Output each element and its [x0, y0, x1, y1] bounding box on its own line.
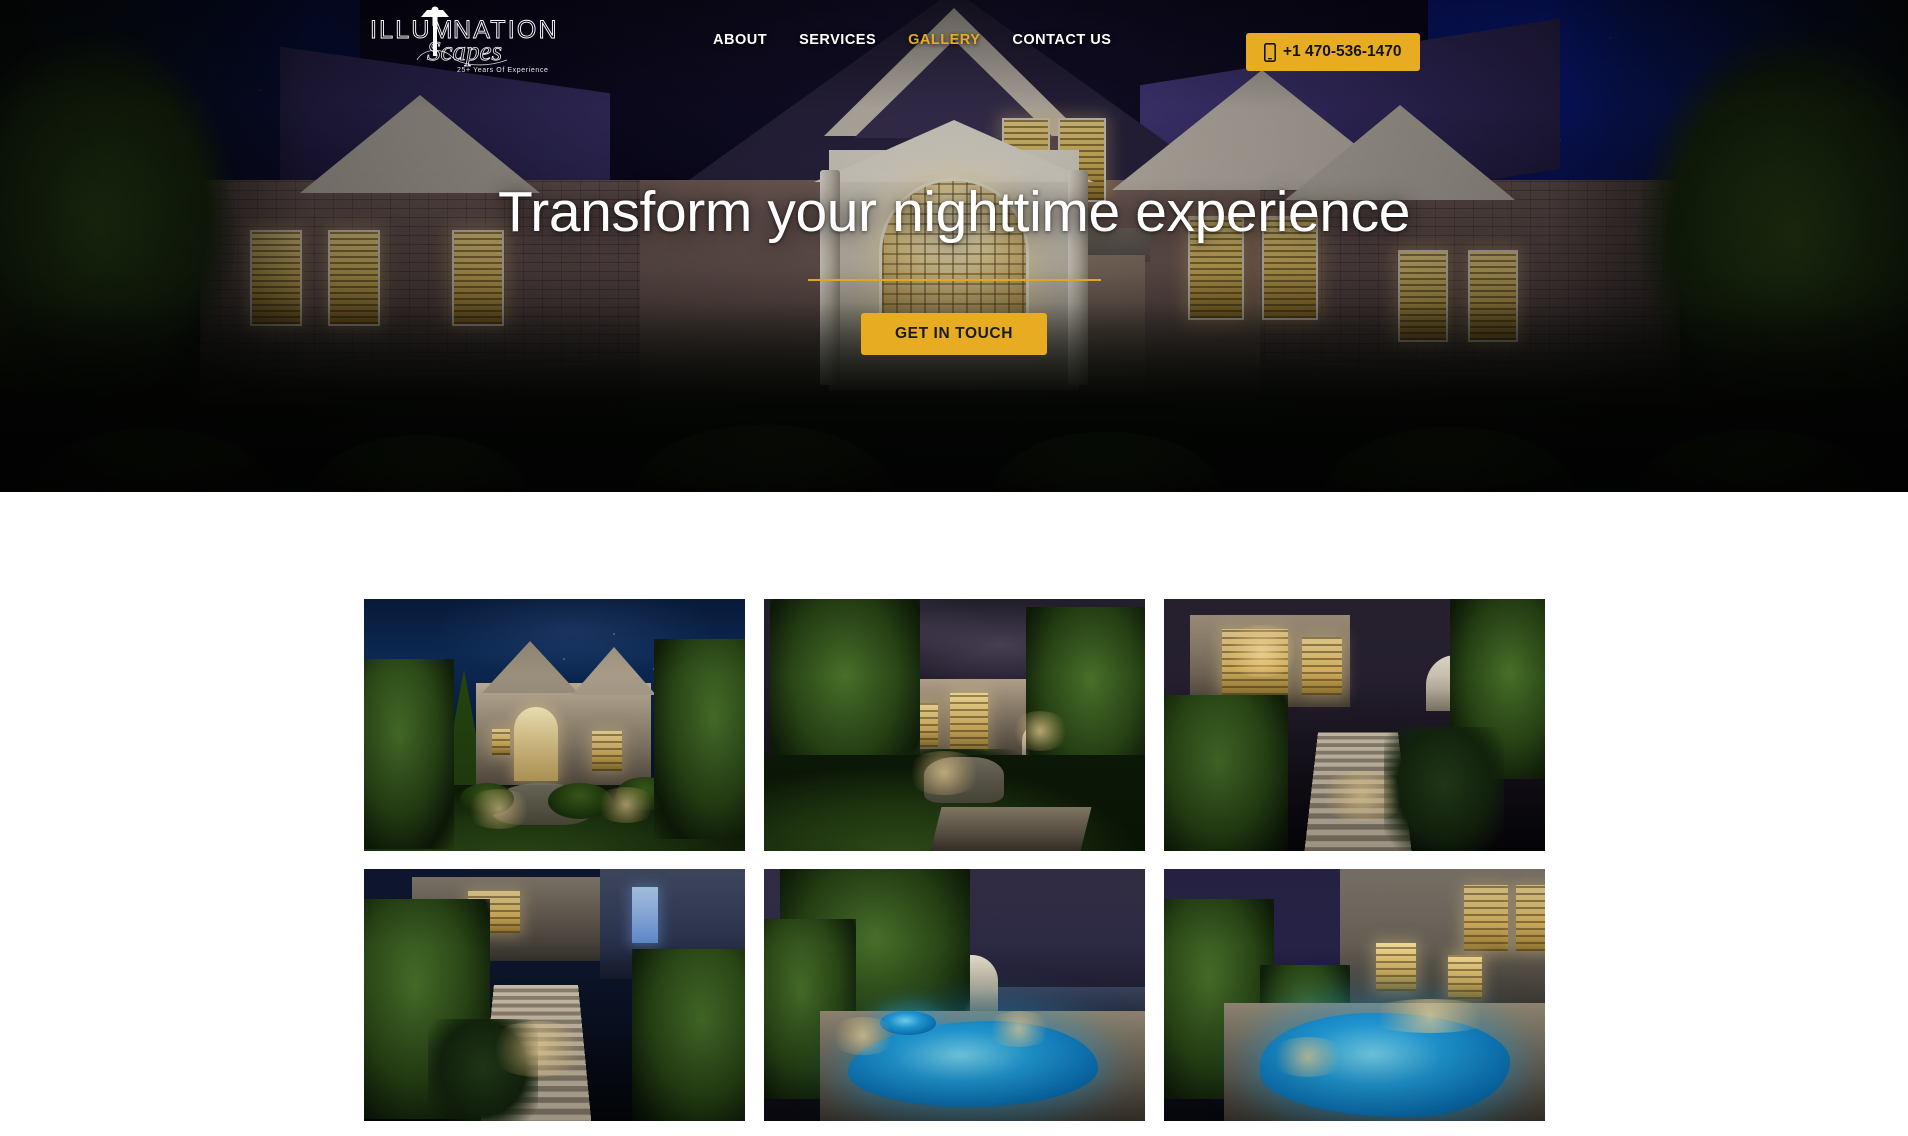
gallery-item[interactable]: Brick estate front elevation with uplit …: [363, 599, 745, 851]
phone-call-button[interactable]: +1 470-536-1470: [1246, 33, 1420, 71]
gallery-item[interactable]: Lit stone steps descending through dense…: [363, 869, 745, 1121]
mobile-phone-icon: [1264, 42, 1276, 62]
logo-mark: ILLUM NATION Scapes 25+ Years Of Experie…: [370, 6, 557, 74]
nav-links: ABOUT SERVICES GALLERY CONTACT US: [713, 32, 1111, 48]
gallery-grid: Brick estate front elevation with uplit …: [363, 492, 1545, 1121]
hero-section: ILLUM NATION Scapes 25+ Years Of Experie…: [0, 0, 1908, 492]
gallery-item[interactable]: Illuminated stone staircase climbing to …: [1163, 599, 1545, 851]
nav-item-about[interactable]: ABOUT: [713, 32, 767, 48]
nav-item-gallery[interactable]: GALLERY: [908, 32, 980, 48]
logo-script: Scapes: [427, 36, 502, 66]
brand-logo[interactable]: ILLUM NATION Scapes 25+ Years Of Experie…: [365, 4, 595, 78]
logo-tagline: 25+ Years Of Experience: [457, 67, 548, 74]
gallery-section: Brick estate front elevation with uplit …: [0, 492, 1908, 1121]
nav-item-contact-us[interactable]: CONTACT US: [1012, 32, 1111, 48]
main-navbar: ILLUM NATION Scapes 25+ Years Of Experie…: [0, 0, 1908, 86]
gallery-item[interactable]: Terraced backyard with lit lawn, stone p…: [763, 599, 1145, 851]
gallery-item[interactable]: Curved pool with underwater lighting alo…: [1163, 869, 1545, 1121]
hero-divider: [807, 279, 1101, 281]
hero-title: Transform your nighttime experience: [497, 180, 1411, 244]
get-in-touch-button[interactable]: GET IN TOUCH: [860, 313, 1047, 355]
phone-number-label: +1 470-536-1470: [1283, 43, 1402, 60]
gallery-item[interactable]: Freeform lakeside pool glowing blue besi…: [763, 869, 1145, 1121]
nav-item-services[interactable]: SERVICES: [799, 32, 876, 48]
